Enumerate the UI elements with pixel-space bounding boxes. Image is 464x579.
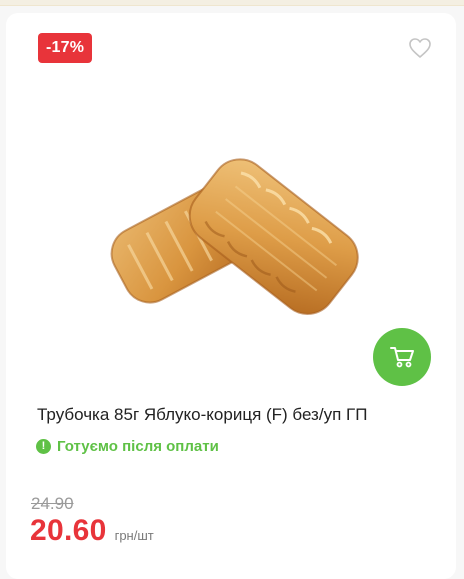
discount-badge: -17% (38, 33, 93, 63)
current-price: 20.60 (30, 514, 107, 547)
exclamation-circle-icon: ! (36, 438, 51, 454)
old-price: 24.90 (31, 494, 74, 513)
product-image[interactable] (102, 119, 366, 347)
heart-outline-icon (409, 38, 431, 58)
pastry-illustration (110, 158, 359, 315)
add-to-cart-button[interactable] (373, 328, 431, 386)
status-line: ! Готуємо після оплати (36, 436, 219, 456)
favorite-button[interactable] (408, 37, 432, 59)
cart-icon (390, 347, 414, 368)
price-unit: грн/шт (114, 528, 154, 543)
status-text: Готуємо після оплати (57, 437, 219, 455)
top-strip (0, 0, 464, 6)
product-card[interactable]: -17% Трубочка 85г Яблуко-кориця (F) без/… (6, 13, 456, 579)
price-row: 20.60 грн/шт (30, 514, 154, 548)
product-title[interactable]: Трубочка 85г Яблуко-кориця (F) без/уп ГП (37, 404, 437, 426)
